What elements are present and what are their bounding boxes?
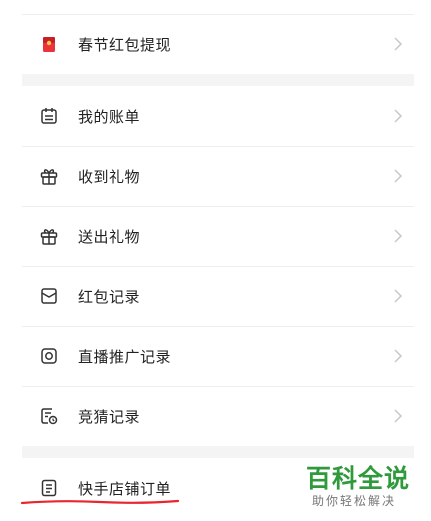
menu-item-quiz-records[interactable]: 竞猜记录 [22, 386, 414, 446]
document-icon [38, 477, 60, 499]
chevron-right-icon [394, 169, 403, 183]
menu-item-live-promotion-records[interactable]: 直播推广记录 [22, 326, 414, 386]
menu-item-my-bill[interactable]: 我的账单 [22, 86, 414, 146]
red-underline-annotation [20, 499, 180, 505]
watermark: 百科全说 助你轻松解决 [302, 459, 420, 515]
chevron-right-icon [394, 229, 403, 243]
menu-item-label: 快手店铺订单 [78, 479, 172, 498]
menu-item-label: 红包记录 [78, 287, 141, 306]
chevron-right-icon [394, 109, 403, 123]
chevron-right-icon [394, 349, 403, 363]
gift-icon [38, 165, 60, 187]
section-separator [22, 74, 414, 86]
gift-icon [38, 225, 60, 247]
chevron-right-icon [394, 289, 403, 303]
red-envelope-icon [38, 33, 60, 55]
chevron-right-icon [394, 37, 403, 51]
red-packet-record-icon [38, 285, 60, 307]
menu-item-label: 我的账单 [78, 107, 141, 126]
section-separator [22, 446, 414, 458]
bill-icon [38, 105, 60, 127]
menu-item-gifts-sent[interactable]: 送出礼物 [22, 206, 414, 266]
live-promotion-icon [38, 345, 60, 367]
chevron-right-icon [394, 409, 403, 423]
watermark-subtitle: 助你轻松解决 [312, 494, 397, 508]
quiz-record-icon [38, 405, 60, 427]
menu-item-gifts-received[interactable]: 收到礼物 [22, 146, 414, 206]
menu-item-spring-festival-withdraw[interactable]: 春节红包提现 [22, 14, 414, 74]
watermark-title: 百科全说 [306, 464, 411, 493]
menu-item-label: 送出礼物 [78, 227, 141, 246]
menu-item-label: 直播推广记录 [78, 347, 172, 366]
menu-item-red-packet-records[interactable]: 红包记录 [22, 266, 414, 326]
menu-item-label: 春节红包提现 [78, 35, 172, 54]
menu-item-label: 收到礼物 [78, 167, 141, 186]
menu-item-label: 竞猜记录 [78, 407, 141, 426]
